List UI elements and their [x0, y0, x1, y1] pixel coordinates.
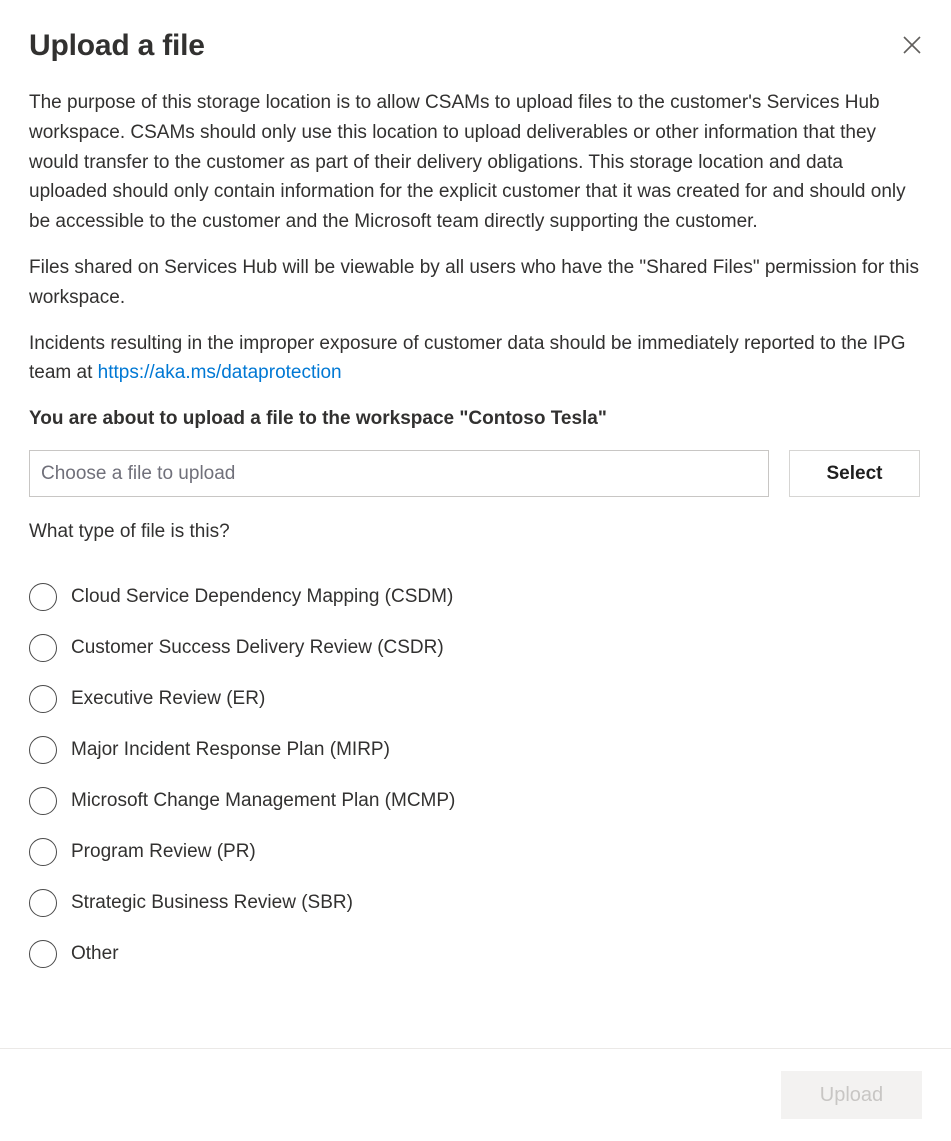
- radio-circle-icon[interactable]: [29, 786, 57, 815]
- radio-circle-icon[interactable]: [29, 735, 57, 764]
- radio-option-label: Program Review (PR): [71, 840, 256, 862]
- close-icon: [901, 34, 923, 56]
- upload-button[interactable]: Upload: [781, 1071, 922, 1119]
- close-button[interactable]: [895, 28, 929, 62]
- workspace-upload-note: You are about to upload a file to the wo…: [29, 408, 607, 430]
- radio-circle-icon[interactable]: [29, 939, 57, 968]
- radio-option-label: Other: [71, 942, 119, 964]
- radio-option-label: Customer Success Delivery Review (CSDR): [71, 636, 444, 658]
- intro-paragraph-2: Files shared on Services Hub will be vie…: [29, 256, 920, 308]
- file-type-question: What type of file is this?: [29, 521, 230, 543]
- file-type-radio-group: Cloud Service Dependency Mapping (CSDM) …: [29, 571, 922, 979]
- radio-option-label: Microsoft Change Management Plan (MCMP): [71, 789, 456, 811]
- radio-option-label: Strategic Business Review (SBR): [71, 891, 353, 913]
- dataprotection-link[interactable]: https://aka.ms/dataprotection: [98, 362, 342, 383]
- radio-circle-icon[interactable]: [29, 888, 57, 917]
- radio-option-other[interactable]: Other: [29, 928, 922, 979]
- radio-option-csdm[interactable]: Cloud Service Dependency Mapping (CSDM): [29, 571, 922, 622]
- radio-circle-icon[interactable]: [29, 633, 57, 662]
- radio-option-mirp[interactable]: Major Incident Response Plan (MIRP): [29, 724, 922, 775]
- radio-option-sbr[interactable]: Strategic Business Review (SBR): [29, 877, 922, 928]
- upload-file-dialog: Upload a file The purpose of this storag…: [0, 0, 951, 1141]
- radio-option-csdr[interactable]: Customer Success Delivery Review (CSDR): [29, 622, 922, 673]
- radio-option-label: Executive Review (ER): [71, 687, 266, 709]
- select-file-button[interactable]: Select: [789, 450, 920, 498]
- intro-paragraph-1: The purpose of this storage location is …: [29, 92, 906, 233]
- radio-option-pr[interactable]: Program Review (PR): [29, 826, 922, 877]
- radio-circle-icon[interactable]: [29, 582, 57, 611]
- radio-option-mcmp[interactable]: Microsoft Change Management Plan (MCMP): [29, 775, 922, 826]
- radio-option-label: Cloud Service Dependency Mapping (CSDM): [71, 585, 454, 607]
- dialog-header: Upload a file: [0, 0, 951, 64]
- radio-option-label: Major Incident Response Plan (MIRP): [71, 738, 390, 760]
- intro-paragraph-3: Incidents resulting in the improper expo…: [29, 329, 922, 389]
- file-path-input[interactable]: [29, 450, 769, 498]
- file-picker-row: Select: [29, 450, 922, 498]
- radio-option-er[interactable]: Executive Review (ER): [29, 673, 922, 724]
- radio-circle-icon[interactable]: [29, 837, 57, 866]
- dialog-body: The purpose of this storage location is …: [0, 64, 951, 1048]
- page-title: Upload a file: [29, 29, 205, 62]
- radio-circle-icon[interactable]: [29, 684, 57, 713]
- dialog-footer: Upload: [0, 1048, 951, 1141]
